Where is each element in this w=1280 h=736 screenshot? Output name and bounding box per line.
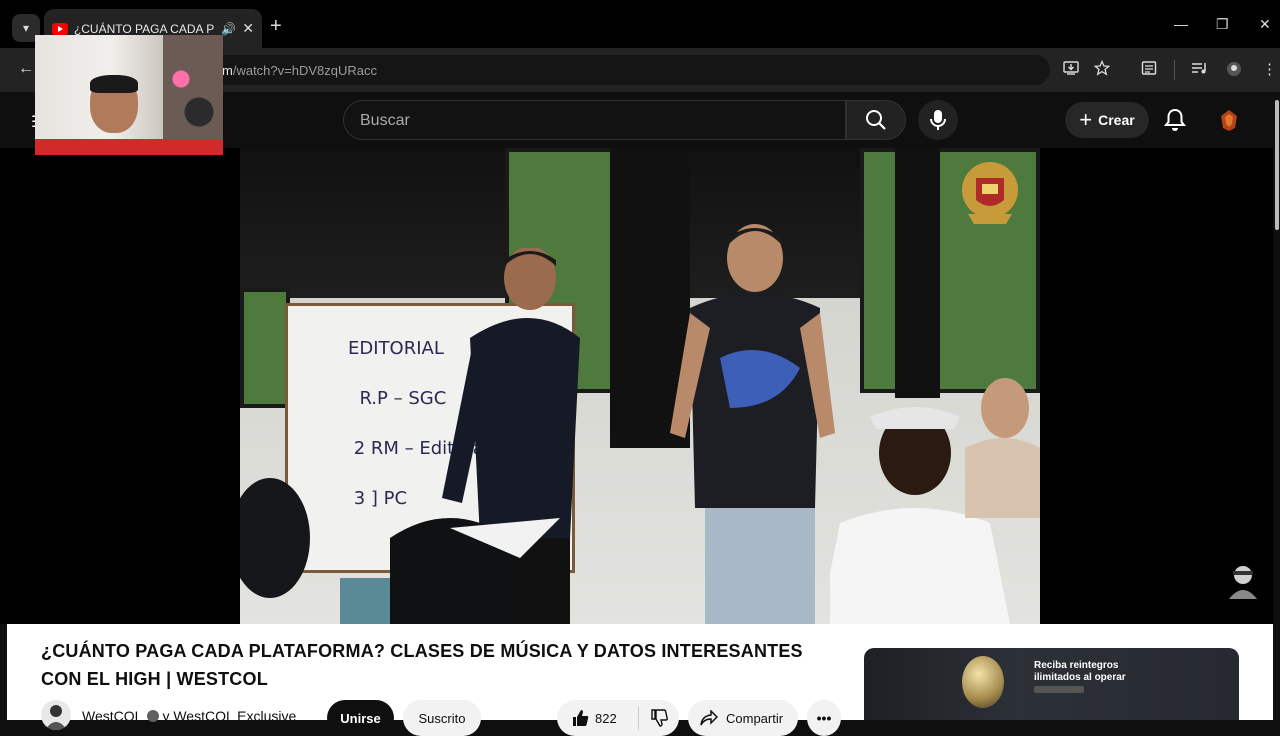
webcam-overlay bbox=[35, 35, 223, 155]
ad-coin-image bbox=[962, 656, 1004, 708]
webcam-decoration bbox=[163, 35, 223, 145]
video-person bbox=[965, 378, 1040, 518]
video-audience bbox=[240, 478, 560, 624]
channel-collab-suffix[interactable]: y WestCOL Exclusive bbox=[162, 708, 296, 724]
channel-avatar-icon bbox=[41, 700, 71, 730]
tab-title: ¿CUÁNTO PAGA CADA PLATAFORMA? CLASES DE … bbox=[73, 21, 215, 36]
like-dislike-group: 822 bbox=[557, 700, 679, 736]
back-arrow-icon[interactable]: ← bbox=[18, 60, 34, 78]
share-label: Compartir bbox=[726, 710, 784, 726]
thumbs-down-icon bbox=[651, 709, 668, 727]
new-tab-button[interactable]: + bbox=[270, 16, 282, 36]
channel-avatar[interactable] bbox=[41, 700, 71, 730]
close-window-button[interactable]: ✕ bbox=[1259, 16, 1271, 33]
search-icon bbox=[866, 110, 886, 130]
avatar-icon bbox=[1221, 110, 1237, 131]
ad-text: Reciba reintegros ilimitados al operar bbox=[1034, 660, 1126, 683]
video-window bbox=[240, 288, 290, 408]
create-label: Crear bbox=[1098, 112, 1135, 128]
video-person bbox=[670, 224, 835, 624]
video-player[interactable]: EDITORIAL R.P – SGC 2 RM – Editora 3 ] P… bbox=[0, 148, 1273, 624]
reading-mode-icon[interactable] bbox=[1141, 60, 1157, 76]
more-actions-button[interactable]: ••• bbox=[807, 700, 841, 736]
video-curtain bbox=[895, 148, 940, 398]
voice-search-button[interactable] bbox=[918, 100, 958, 140]
account-avatar[interactable] bbox=[1215, 106, 1243, 134]
video-title: ¿CUÁNTO PAGA CADA PLATAFORMA? CLASES DE … bbox=[41, 641, 803, 689]
dislike-button[interactable] bbox=[639, 709, 679, 727]
minimize-button[interactable]: — bbox=[1174, 16, 1188, 32]
join-button[interactable]: Unirse bbox=[327, 700, 394, 736]
speaker-icon[interactable]: 🔊 bbox=[221, 22, 236, 36]
app-store-badges bbox=[1034, 686, 1084, 693]
plus-icon: + bbox=[1079, 107, 1093, 132]
subscribed-button[interactable]: Suscrito bbox=[403, 700, 481, 736]
search-button[interactable] bbox=[846, 100, 906, 140]
toolbar-separator bbox=[1174, 60, 1175, 80]
url-text: m/watch?v=hDV8zqURacc bbox=[222, 63, 377, 78]
video-frame: EDITORIAL R.P – SGC 2 RM – Editora 3 ] P… bbox=[240, 148, 1040, 624]
microphone-icon bbox=[930, 110, 946, 130]
browser-menu-icon[interactable]: ⋮ bbox=[1262, 60, 1277, 78]
notifications-bell-icon[interactable] bbox=[1164, 108, 1186, 132]
channel-watermark-logo bbox=[962, 162, 1018, 224]
mascot-overlay-icon bbox=[1229, 566, 1257, 599]
like-count: 822 bbox=[595, 710, 617, 726]
scrollbar-thumb[interactable] bbox=[1275, 100, 1279, 230]
close-tab-button[interactable]: ✕ bbox=[242, 20, 254, 37]
page-scrollbar[interactable] bbox=[1273, 92, 1280, 632]
share-button[interactable]: Compartir bbox=[688, 700, 798, 736]
install-app-icon[interactable] bbox=[1063, 60, 1079, 76]
ad-banner[interactable]: Reciba reintegros ilimitados al operar bbox=[864, 648, 1239, 720]
bookmark-star-icon[interactable] bbox=[1094, 60, 1110, 76]
webcam-person-shirt bbox=[35, 139, 223, 155]
restore-button[interactable]: ❐ bbox=[1216, 16, 1229, 33]
channel-name-line: WestCOL y WestCOL Exclusive bbox=[82, 708, 296, 724]
video-details: ¿CUÁNTO PAGA CADA PLATAFORMA? CLASES DE … bbox=[7, 624, 1273, 736]
share-arrow-icon bbox=[700, 710, 718, 726]
chevron-down-icon: ▾ bbox=[22, 21, 30, 35]
url-host: m bbox=[222, 63, 233, 78]
thumbs-up-icon bbox=[573, 710, 589, 726]
webcam-person-hair bbox=[90, 75, 138, 93]
channel-name[interactable]: WestCOL bbox=[82, 708, 142, 724]
create-button[interactable]: + Crear bbox=[1065, 102, 1149, 138]
search-placeholder: Buscar bbox=[360, 112, 410, 129]
media-control-icon[interactable] bbox=[1191, 60, 1209, 76]
extension-icon[interactable] bbox=[1225, 60, 1243, 78]
url-path: /watch?v=hDV8zqURacc bbox=[232, 63, 377, 78]
verified-badge-icon bbox=[147, 710, 160, 722]
search-input[interactable]: Buscar bbox=[343, 100, 846, 140]
youtube-favicon-icon bbox=[52, 22, 68, 35]
like-button[interactable]: 822 bbox=[557, 706, 639, 730]
